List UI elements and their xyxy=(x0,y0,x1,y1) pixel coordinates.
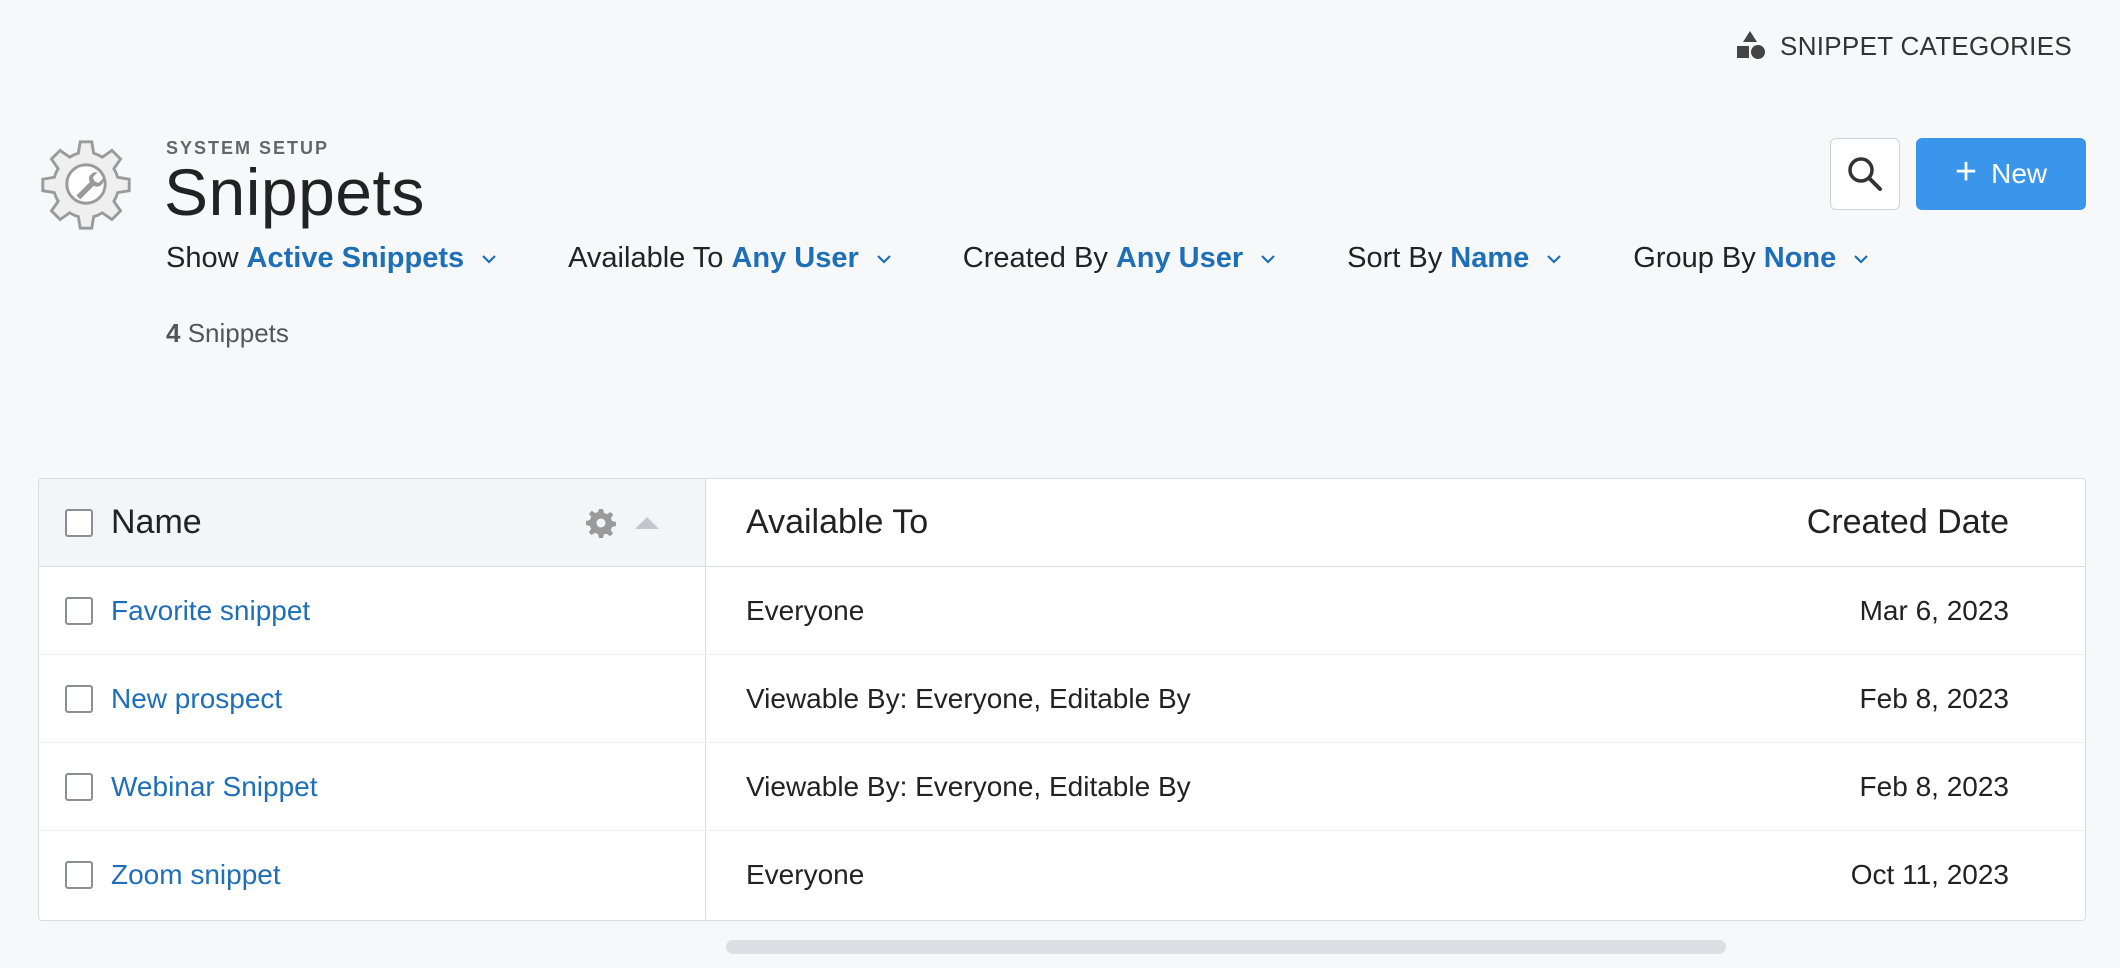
filter-available-to[interactable]: Available To Any User xyxy=(568,242,893,275)
column-settings-gear-icon[interactable] xyxy=(585,507,617,539)
search-icon xyxy=(1848,157,1882,191)
available-to-cell: Everyone xyxy=(746,859,865,890)
available-to-cell: Viewable By: Everyone, Editable By xyxy=(746,770,1191,802)
page-title: Snippets xyxy=(164,155,425,229)
filter-label: Group By xyxy=(1633,242,1756,274)
created-date-cell: Oct 11, 2023 xyxy=(1850,859,2009,890)
name-cell: Zoom snippet xyxy=(39,831,706,919)
other-column-headers: Available To Created Date xyxy=(706,479,2085,566)
table-row: Favorite snippet Everyone Mar 6, 2023 xyxy=(39,567,2085,655)
row-details: Everyone Mar 6, 2023 xyxy=(706,567,2085,654)
name-cell: Webinar Snippet xyxy=(39,743,706,830)
snippet-categories-label: SNIPPET CATEGORIES xyxy=(1780,30,2072,61)
sort-ascending-icon[interactable] xyxy=(635,517,659,529)
created-date-cell: Feb 8, 2023 xyxy=(1859,682,2009,714)
filter-sort-by[interactable]: Sort By Name xyxy=(1347,242,1563,275)
filter-value: Any User xyxy=(731,242,859,274)
row-details: Viewable By: Everyone, Editable By Feb 8… xyxy=(706,743,2085,830)
created-date-cell: Feb 8, 2023 xyxy=(1859,770,2009,802)
select-all-checkbox[interactable] xyxy=(65,508,93,537)
snippet-count: 4 Snippets xyxy=(166,318,289,349)
snippet-name-link[interactable]: Zoom snippet xyxy=(111,859,281,891)
count-label: Snippets xyxy=(187,318,289,348)
snippets-page: SNIPPET CATEGORIES SYSTEM SETUP Snippets… xyxy=(0,0,2120,968)
name-cell: Favorite snippet xyxy=(39,567,706,654)
count-number: 4 xyxy=(166,318,181,348)
filter-show[interactable]: Show Active Snippets xyxy=(166,242,498,275)
new-button[interactable]: + New xyxy=(1916,138,2086,210)
snippets-table: Name Available To Created Date Favorite … xyxy=(38,478,2086,921)
filter-value: Name xyxy=(1450,242,1530,274)
filter-value: Active Snippets xyxy=(246,242,465,274)
gear-wrench-icon xyxy=(41,140,131,230)
column-header-created-date[interactable]: Created Date xyxy=(1807,503,2009,542)
shapes-icon xyxy=(1737,31,1766,59)
column-header-available-to[interactable]: Available To xyxy=(746,503,928,542)
filter-label: Created By xyxy=(962,242,1108,274)
new-button-label: New xyxy=(1991,158,2048,189)
table-row: Webinar Snippet Viewable By: Everyone, E… xyxy=(39,743,2085,831)
chevron-down-icon xyxy=(876,254,891,264)
snippet-name-link[interactable]: Webinar Snippet xyxy=(111,771,318,803)
plus-icon: + xyxy=(1954,151,1978,193)
row-checkbox[interactable] xyxy=(65,596,93,625)
name-cell: New prospect xyxy=(39,655,706,742)
column-header-name[interactable]: Name xyxy=(111,503,202,542)
filter-group-by[interactable]: Group By None xyxy=(1633,242,1870,275)
filter-label: Show xyxy=(166,242,239,274)
filter-value: None xyxy=(1763,242,1837,274)
table-row: New prospect Viewable By: Everyone, Edit… xyxy=(39,655,2085,743)
horizontal-scrollbar[interactable] xyxy=(726,940,1726,954)
filter-created-by[interactable]: Created By Any User xyxy=(963,242,1277,275)
row-checkbox[interactable] xyxy=(65,684,93,713)
snippet-name-link[interactable]: Favorite snippet xyxy=(111,595,310,627)
available-to-cell: Viewable By: Everyone, Editable By xyxy=(746,682,1191,714)
name-column-header: Name xyxy=(39,479,706,566)
row-details: Viewable By: Everyone, Editable By Feb 8… xyxy=(706,655,2085,742)
row-checkbox[interactable] xyxy=(65,861,93,889)
table-header: Name Available To Created Date xyxy=(39,479,2085,567)
chevron-down-icon xyxy=(1854,254,1869,264)
chevron-down-icon xyxy=(1261,254,1275,264)
search-button[interactable] xyxy=(1830,138,1900,210)
chevron-down-icon xyxy=(1547,254,1562,264)
table-row: Zoom snippet Everyone Oct 11, 2023 xyxy=(39,831,2085,919)
filter-bar: Show Active Snippets Available To Any Us… xyxy=(166,242,1940,275)
available-to-cell: Everyone xyxy=(746,594,865,626)
row-checkbox[interactable] xyxy=(65,772,93,801)
row-details: Everyone Oct 11, 2023 xyxy=(706,831,2085,919)
chevron-down-icon xyxy=(482,254,496,264)
filter-label: Sort By xyxy=(1347,242,1443,274)
filter-value: Any User xyxy=(1115,242,1244,274)
created-date-cell: Mar 6, 2023 xyxy=(1859,594,2009,626)
snippet-name-link[interactable]: New prospect xyxy=(111,683,282,715)
snippet-categories-link[interactable]: SNIPPET CATEGORIES xyxy=(1732,28,2072,64)
filter-label: Available To xyxy=(568,242,724,274)
